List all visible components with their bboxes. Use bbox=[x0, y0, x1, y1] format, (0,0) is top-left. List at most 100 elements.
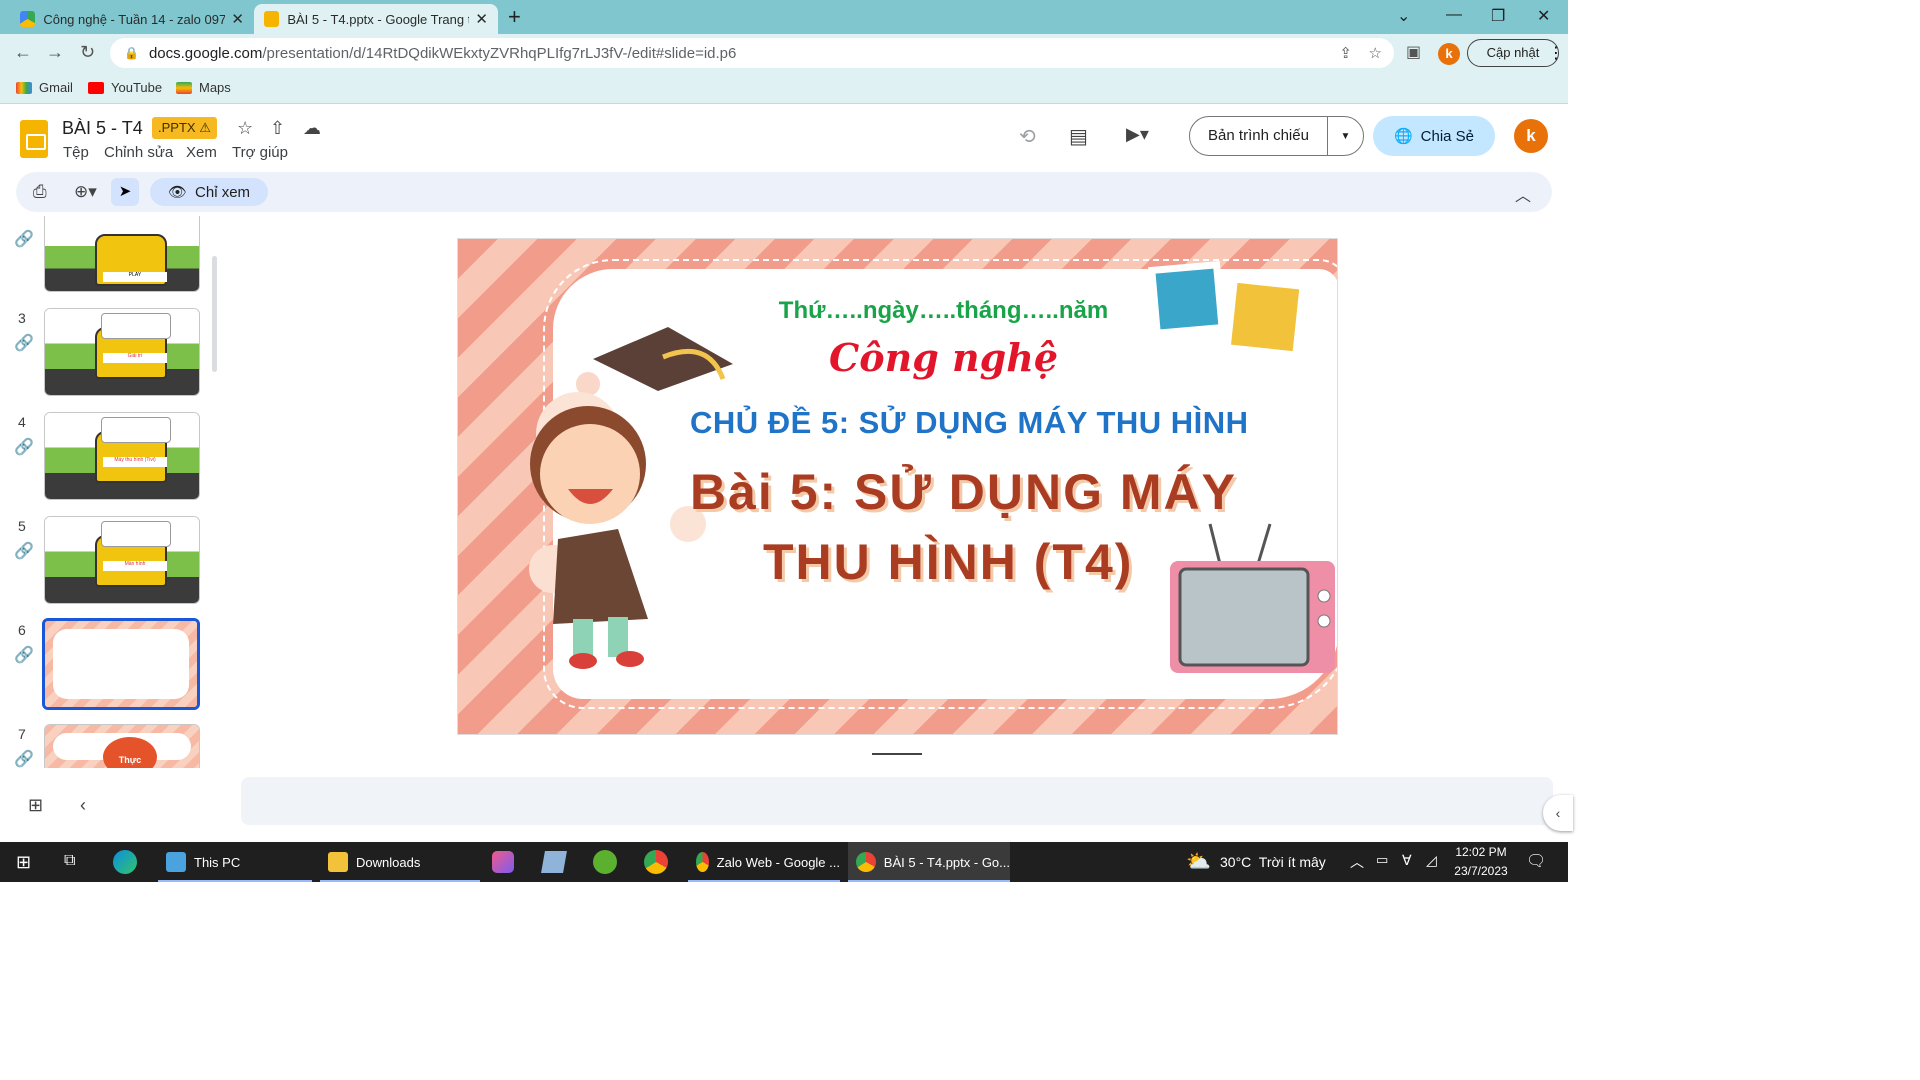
account-avatar[interactable]: k bbox=[1514, 119, 1548, 153]
new-tab-icon[interactable]: + bbox=[508, 4, 521, 30]
task-view-icon[interactable]: ⧉ bbox=[64, 852, 75, 870]
move-to-drive-icon[interactable]: ⇧ bbox=[270, 118, 285, 139]
thumbnail-caption: Máy thu hình (Tivi) bbox=[103, 457, 167, 467]
zoom-icon[interactable]: ⊕▾ bbox=[74, 182, 97, 202]
print-icon[interactable]: ⎙ bbox=[33, 182, 47, 202]
thumbnail-caption: Màn hình bbox=[103, 561, 167, 571]
cloud-status-icon[interactable]: ☁ bbox=[303, 118, 321, 139]
taskbar-label: BÀI 5 - T4.pptx - Go... bbox=[883, 854, 1010, 870]
close-window-icon[interactable]: ✕ bbox=[1537, 6, 1550, 26]
weather-text[interactable]: 30°C Trời ít mây bbox=[1220, 854, 1326, 870]
slide-number: 6 bbox=[18, 622, 26, 638]
bookmark-label: Gmail bbox=[39, 80, 73, 95]
edge-icon[interactable] bbox=[113, 850, 137, 874]
menu-view[interactable]: Xem bbox=[186, 144, 217, 161]
windows-start-icon[interactable]: ⊞ bbox=[16, 852, 31, 873]
chrome-icon bbox=[856, 852, 876, 872]
battery-icon[interactable]: ▭ bbox=[1376, 852, 1388, 868]
pptx-badge[interactable]: .PPTX ⚠ bbox=[152, 117, 217, 139]
close-tab-icon[interactable]: ✕ bbox=[231, 10, 244, 28]
clock-date[interactable]: 23/7/2023 bbox=[1452, 864, 1510, 878]
taskbar-this-pc[interactable]: This PC bbox=[158, 842, 312, 882]
menu-help[interactable]: Trợ giúp bbox=[232, 144, 288, 161]
forward-icon[interactable]: → bbox=[46, 42, 64, 63]
slide-date-line: Thứ…..ngày…..tháng…..năm bbox=[778, 297, 1109, 324]
back-icon[interactable]: ← bbox=[14, 42, 32, 63]
wifi-icon[interactable]: ◿ bbox=[1426, 852, 1437, 869]
slide-thumbnail-3[interactable]: Giải trí bbox=[44, 308, 200, 396]
thumbnail-caption: PLAY bbox=[103, 272, 167, 282]
slideshow-label[interactable]: Bản trình chiếu bbox=[1190, 117, 1328, 155]
star-icon[interactable]: ☆ bbox=[237, 118, 253, 139]
taskbar-slides-chrome[interactable]: BÀI 5 - T4.pptx - Go... bbox=[848, 842, 1010, 882]
slide-topic: CHỦ ĐỀ 5: SỬ DỤNG MÁY THU HÌNH bbox=[690, 405, 1249, 440]
tab-active[interactable]: BÀI 5 - T4.pptx - Google Trang tr ✕ bbox=[254, 4, 498, 34]
side-panel-expand-icon[interactable]: ‹ bbox=[1543, 795, 1573, 831]
meet-camera-icon[interactable]: ▶▾ bbox=[1126, 124, 1149, 145]
slide-thumbnail-7[interactable]: Thực bbox=[44, 724, 200, 768]
maximize-icon[interactable]: ❐ bbox=[1491, 6, 1505, 26]
bookmark-label: YouTube bbox=[111, 80, 163, 95]
address-bar[interactable]: 🔒 docs.google.com/presentation/d/14RtDQd… bbox=[110, 38, 1394, 68]
bookmark-youtube[interactable]: YouTube bbox=[88, 80, 162, 95]
link-icon: 🔗 bbox=[14, 751, 34, 768]
profile-avatar[interactable]: k bbox=[1438, 43, 1460, 65]
gmail-icon bbox=[16, 81, 32, 94]
menu-file[interactable]: Tệp bbox=[63, 144, 89, 161]
slides-logo[interactable] bbox=[20, 120, 48, 158]
share-page-icon[interactable]: ⇪ bbox=[1339, 44, 1352, 62]
bookmark-label: Maps bbox=[199, 80, 231, 95]
chrome-icon[interactable] bbox=[644, 850, 668, 874]
taskbar-downloads[interactable]: Downloads bbox=[320, 842, 480, 882]
slide-thumbnail-4[interactable]: Máy thu hình (Tivi) bbox=[44, 412, 200, 500]
slide-canvas[interactable]: Thứ…..ngày…..tháng…..năm Công nghệ CHỦ Đ… bbox=[457, 238, 1338, 735]
google-drive-icon bbox=[20, 11, 36, 27]
notifications-icon[interactable]: 🗨 bbox=[1526, 851, 1546, 871]
collapse-toolbar-icon[interactable]: ︿ bbox=[1515, 182, 1531, 206]
link-icon: 🔗 bbox=[14, 335, 34, 352]
tab-search-chevron-icon[interactable]: ⌄ bbox=[1397, 6, 1410, 26]
slide-thumbnail-5[interactable]: Màn hình bbox=[44, 516, 200, 604]
slideshow-dropdown-icon[interactable]: ▼ bbox=[1328, 131, 1363, 142]
globe-icon: 🌐 bbox=[1393, 128, 1413, 145]
bookmark-maps[interactable]: Maps bbox=[176, 80, 231, 95]
maps-icon bbox=[176, 81, 192, 94]
clock-time[interactable]: 12:02 PM bbox=[1452, 845, 1510, 859]
browser-toolbar: ← → ↻ 🔒 docs.google.com/presentation/d/1… bbox=[0, 34, 1568, 72]
minimize-icon[interactable]: — bbox=[1446, 6, 1462, 24]
view-only-mode[interactable]: 👁 Chỉ xem bbox=[150, 178, 268, 206]
tray-chevron-icon[interactable]: ︿ bbox=[1350, 852, 1364, 872]
comments-icon[interactable]: ▤ bbox=[1069, 124, 1088, 149]
slideshow-button[interactable]: Bản trình chiếu ▼ bbox=[1189, 116, 1364, 156]
select-cursor-icon[interactable]: ➤ bbox=[111, 178, 139, 206]
close-tab-icon[interactable]: ✕ bbox=[475, 10, 488, 28]
tab-inactive[interactable]: Công nghệ - Tuần 14 - zalo 0972 ✕ bbox=[10, 4, 254, 34]
speaker-notes[interactable] bbox=[241, 777, 1553, 825]
chrome-icon bbox=[696, 852, 709, 872]
slide-thumbnail-6-selected[interactable] bbox=[42, 618, 200, 710]
share-button[interactable]: 🌐 Chia Sẻ bbox=[1373, 116, 1495, 156]
notes-resize-handle[interactable] bbox=[872, 753, 922, 755]
pptx-badge-label: .PPTX bbox=[158, 120, 196, 135]
pen-icon[interactable]: ∀ bbox=[1402, 852, 1412, 869]
bookmark-gmail[interactable]: Gmail bbox=[16, 80, 73, 95]
menu-edit[interactable]: Chỉnh sửa bbox=[104, 144, 173, 161]
side-panel-icon[interactable]: ▣ bbox=[1406, 42, 1421, 62]
notes-app-icon[interactable] bbox=[541, 851, 567, 873]
bookmark-star-icon[interactable]: ☆ bbox=[1369, 44, 1382, 62]
app-icon[interactable] bbox=[593, 850, 617, 874]
version-history-icon[interactable]: ⟲ bbox=[1019, 124, 1036, 149]
menu-kebab-icon[interactable]: ⋮ bbox=[1548, 43, 1564, 63]
document-title[interactable]: BÀI 5 - T4 bbox=[62, 118, 143, 139]
filmstrip-scrollbar[interactable] bbox=[212, 256, 217, 372]
reload-icon[interactable]: ↻ bbox=[80, 42, 95, 63]
url-path: /presentation/d/14RtDQdikWEkxtyZVRhqPLIf… bbox=[262, 44, 737, 62]
grid-view-icon[interactable]: ⊞ bbox=[28, 795, 43, 816]
collapse-filmstrip-icon[interactable]: ‹ bbox=[80, 795, 86, 816]
update-button[interactable]: Cập nhật bbox=[1467, 39, 1559, 67]
taskbar-zalo-chrome[interactable]: Zalo Web - Google ... bbox=[688, 842, 840, 882]
folder-icon bbox=[328, 852, 348, 872]
slide-thumbnail-2[interactable]: PLAY bbox=[44, 216, 200, 292]
photos-app-icon[interactable] bbox=[492, 851, 514, 873]
slide-title-line-1: Bài 5: SỬ DỤNG MÁY bbox=[690, 464, 1237, 520]
